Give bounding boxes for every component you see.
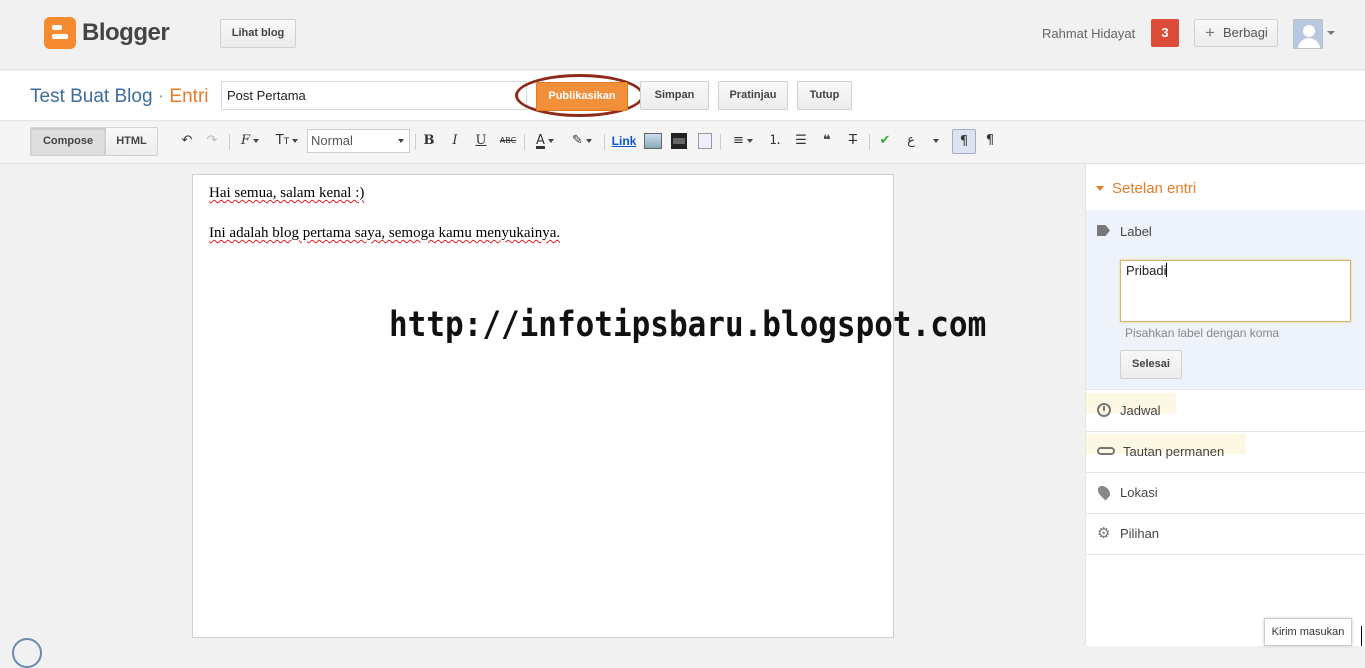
send-feedback-button[interactable]: Kirim masukan bbox=[1264, 618, 1352, 646]
sidebar-item-label: Jadwal bbox=[1120, 403, 1161, 418]
format-selected-value: Normal bbox=[311, 133, 353, 148]
bold-icon[interactable]: B bbox=[421, 131, 437, 151]
insert-jump-break-icon[interactable] bbox=[698, 133, 712, 149]
gear-icon: ⚙ bbox=[1097, 524, 1111, 542]
save-button[interactable]: Simpan bbox=[640, 81, 709, 110]
strikethrough-icon[interactable]: ABC bbox=[498, 131, 518, 151]
label-input-value: Pribadi bbox=[1126, 263, 1167, 278]
top-bar: Blogger Lihat blog Rahmat Hidayat 3 + Be… bbox=[0, 0, 1365, 70]
toolbar-divider bbox=[720, 134, 721, 150]
sidebar-item-location[interactable]: Lokasi bbox=[1086, 473, 1365, 514]
insert-link-button[interactable]: Link bbox=[610, 131, 638, 151]
label-input[interactable]: Pribadi bbox=[1120, 260, 1351, 322]
done-button[interactable]: Selesai bbox=[1120, 350, 1182, 379]
clock-icon bbox=[1097, 403, 1111, 417]
post-settings-heading[interactable]: Setelan entri bbox=[1096, 180, 1196, 197]
chevron-down-icon[interactable] bbox=[927, 131, 941, 151]
view-blog-button[interactable]: Lihat blog bbox=[220, 19, 296, 48]
divider bbox=[1361, 626, 1362, 646]
avatar[interactable] bbox=[1293, 19, 1323, 49]
italic-icon[interactable]: I bbox=[448, 131, 462, 151]
notification-badge[interactable]: 3 bbox=[1151, 19, 1179, 47]
toolbar-divider bbox=[604, 134, 605, 150]
compose-mode-button[interactable]: Compose bbox=[30, 127, 106, 156]
font-family-icon[interactable]: F bbox=[235, 131, 265, 151]
paragraph-text: Hai semua, salam kenal :) bbox=[209, 185, 365, 201]
post-paragraph: Hai semua, salam kenal :) bbox=[209, 185, 364, 202]
plus-icon: + bbox=[1205, 23, 1215, 42]
sidebar-item-label: Pilihan bbox=[1120, 526, 1160, 541]
rtl-direction-icon[interactable]: ¶ bbox=[981, 131, 999, 151]
undo-icon[interactable]: ↶ bbox=[178, 131, 196, 151]
post-settings-heading-label: Setelan entri bbox=[1112, 180, 1197, 197]
insert-image-icon[interactable] bbox=[644, 133, 662, 149]
post-paragraph: Ini adalah blog pertama saya, semoga kam… bbox=[209, 225, 560, 242]
publish-button[interactable]: Publikasikan bbox=[536, 82, 628, 111]
blog-name[interactable]: Test Buat Blog bbox=[30, 86, 153, 107]
editor-toolbar: Compose HTML ↶ ↷ F TT Normal B I U ABC A… bbox=[0, 122, 1365, 164]
section-name: Entri bbox=[169, 86, 209, 107]
underline-icon[interactable]: U bbox=[474, 131, 488, 151]
sidebar-item-label: Tautan permanen bbox=[1123, 444, 1225, 459]
logo-text: Blogger bbox=[82, 19, 170, 46]
title-separator: · bbox=[157, 86, 165, 107]
html-mode-button[interactable]: HTML bbox=[105, 127, 158, 156]
toolbar-divider bbox=[415, 134, 416, 150]
ltr-direction-icon[interactable]: ¶ bbox=[952, 129, 976, 154]
corner-widget-icon[interactable] bbox=[12, 638, 42, 668]
label-panel: Label Pribadi Pisahkan label dengan koma… bbox=[1086, 210, 1365, 390]
paragraph-text: Ini adalah blog pertama saya, semoga kam… bbox=[209, 225, 561, 241]
link-icon bbox=[1097, 447, 1115, 455]
spellcheck-icon[interactable]: ✔ bbox=[875, 131, 895, 151]
redo-icon[interactable]: ↷ bbox=[203, 131, 221, 151]
close-button[interactable]: Tutup bbox=[797, 81, 852, 110]
share-label: Berbagi bbox=[1223, 25, 1268, 40]
insert-video-icon[interactable] bbox=[671, 133, 687, 149]
numbered-list-icon[interactable]: ⒈ bbox=[765, 131, 785, 151]
label-hint: Pisahkan label dengan koma bbox=[1125, 326, 1280, 340]
collapse-triangle-icon bbox=[1096, 185, 1104, 191]
toolbar-divider bbox=[229, 134, 230, 150]
chevron-down-icon[interactable] bbox=[1327, 31, 1335, 35]
paragraph-format-select[interactable]: Normal bbox=[307, 129, 410, 153]
preview-button[interactable]: Pratinjau bbox=[718, 81, 788, 110]
post-title-bar: Test Buat Blog · Entri Post Pertama Publ… bbox=[0, 71, 1365, 121]
post-title-input[interactable]: Post Pertama bbox=[221, 81, 527, 110]
align-icon[interactable]: ≡ bbox=[728, 131, 758, 151]
tag-icon bbox=[1097, 225, 1110, 236]
sidebar-item-options[interactable]: ⚙ Pilihan bbox=[1086, 514, 1365, 555]
text-cursor bbox=[1166, 263, 1168, 277]
watermark-text: http://infotipsbaru.blogspot.com bbox=[389, 304, 987, 346]
input-tools-icon[interactable]: ع bbox=[901, 131, 921, 151]
quote-icon[interactable]: ❝ bbox=[817, 131, 837, 151]
label-section-title[interactable]: Label bbox=[1120, 224, 1152, 239]
toolbar-divider bbox=[869, 134, 870, 150]
sidebar-item-permalink[interactable]: Tautan permanen bbox=[1086, 432, 1365, 473]
bullet-list-icon[interactable]: ☰ bbox=[791, 131, 811, 151]
clear-formatting-icon[interactable]: T̶ bbox=[843, 131, 863, 151]
blogger-logo[interactable]: Blogger bbox=[44, 17, 170, 49]
post-body-editor[interactable]: Hai semua, salam kenal :) Ini adalah blo… bbox=[192, 174, 986, 638]
page-title: Test Buat Blog · Entri bbox=[30, 86, 209, 108]
post-settings-sidebar: Setelan entri Label Pribadi Pisahkan lab… bbox=[1085, 164, 1365, 646]
location-pin-icon bbox=[1095, 483, 1113, 501]
user-name[interactable]: Rahmat Hidayat bbox=[1042, 26, 1135, 41]
toolbar-divider bbox=[524, 134, 525, 150]
share-button[interactable]: + Berbagi bbox=[1194, 19, 1278, 47]
font-size-icon[interactable]: TT bbox=[272, 131, 302, 151]
chevron-down-icon bbox=[398, 139, 404, 143]
text-color-icon[interactable]: A bbox=[530, 131, 560, 151]
sidebar-item-label: Lokasi bbox=[1120, 485, 1158, 500]
highlight-color-icon[interactable]: ✎ bbox=[567, 131, 597, 151]
blogger-logo-icon bbox=[44, 17, 76, 49]
sidebar-item-schedule[interactable]: Jadwal bbox=[1086, 391, 1365, 432]
